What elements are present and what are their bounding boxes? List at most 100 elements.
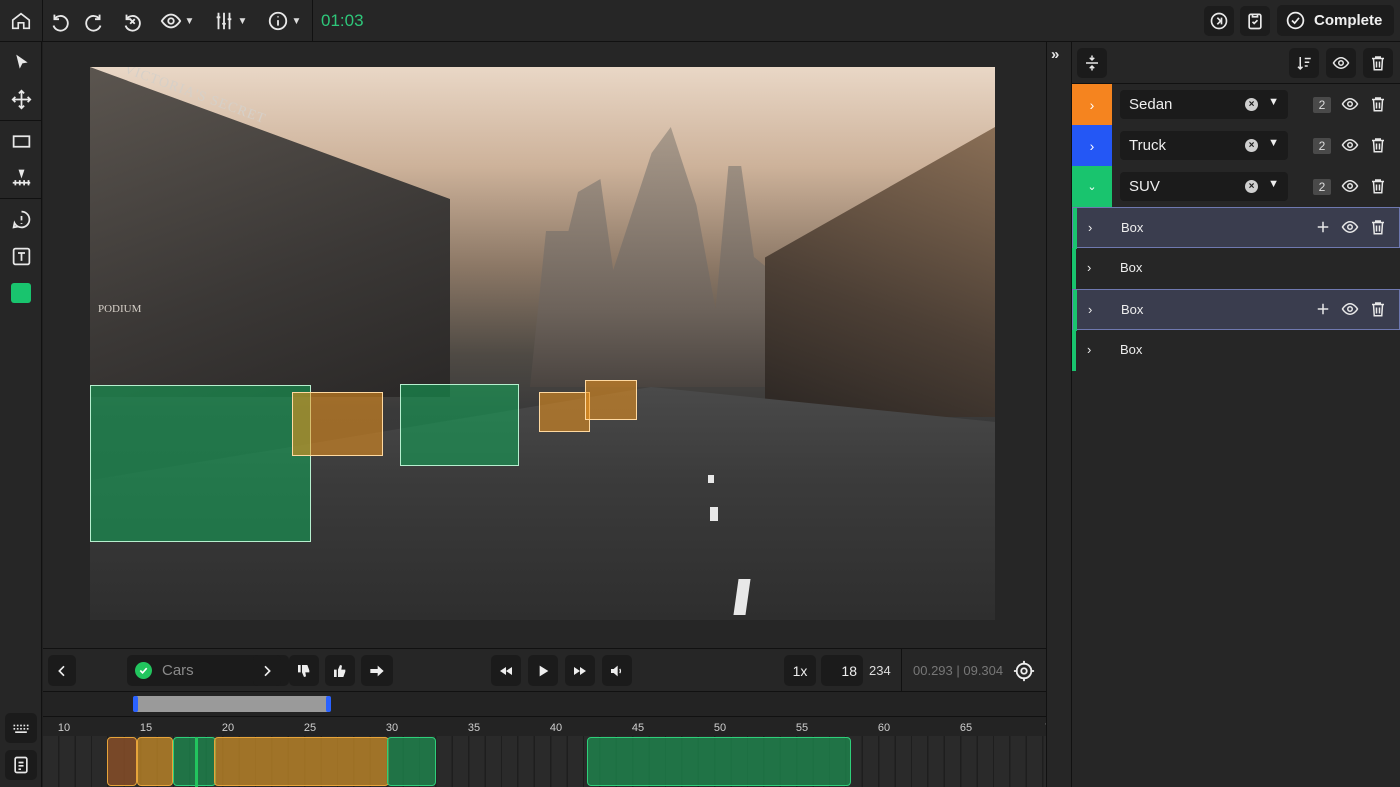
plus-icon[interactable] <box>1312 216 1334 238</box>
plus-icon[interactable] <box>1312 298 1334 320</box>
speed-button[interactable]: 1x <box>784 655 816 686</box>
keyboard-icon <box>13 724 29 733</box>
chevron-down-icon[interactable]: ▼ <box>1268 96 1279 108</box>
annotation-image[interactable]: VICTORIA'S SECRET PODIUM <box>90 67 995 620</box>
timeline-segment[interactable] <box>587 737 851 786</box>
visibility-menu[interactable]: ▼ <box>157 0 197 42</box>
trash-icon[interactable] <box>1367 175 1389 197</box>
class-row-sedan[interactable]: › Sedan × ▼ 2 <box>1072 84 1400 125</box>
object-row[interactable]: › Box <box>1072 289 1400 331</box>
timeline-segment[interactable] <box>107 737 137 786</box>
undo-icon[interactable] <box>46 0 72 42</box>
color-picker[interactable] <box>0 275 42 311</box>
issue-tool[interactable] <box>0 201 42 237</box>
trash-icon[interactable] <box>1367 134 1389 156</box>
object-row[interactable]: › Box <box>1072 330 1400 371</box>
class-row-suv[interactable]: ⌄ SUV × ▼ 2 <box>1072 166 1400 207</box>
forward-button[interactable] <box>361 655 393 686</box>
chevron-down-icon[interactable]: ⌄ <box>1072 166 1112 207</box>
suv-bounding-box[interactable] <box>400 384 519 466</box>
object-row[interactable]: › Box <box>1072 207 1400 249</box>
bounding-box-tool[interactable] <box>0 123 42 159</box>
polyline-tool[interactable] <box>0 159 42 195</box>
crosshair-icon[interactable] <box>1013 660 1035 682</box>
class-count: 2 <box>1313 179 1331 195</box>
chevron-right-icon[interactable]: › <box>1088 220 1092 235</box>
reject-button[interactable] <box>289 655 319 686</box>
approve-button[interactable] <box>325 655 355 686</box>
redo-icon[interactable] <box>82 0 108 42</box>
fast-forward-button[interactable] <box>565 655 595 686</box>
eye-icon[interactable] <box>1339 298 1361 320</box>
move-tool[interactable] <box>0 81 42 117</box>
chevron-right-icon[interactable]: › <box>1072 125 1112 166</box>
clear-icon[interactable]: × <box>1245 139 1258 152</box>
toggle-all-visibility-button[interactable] <box>1326 48 1356 78</box>
complete-label: Complete <box>1314 12 1383 29</box>
chevron-right-icon[interactable]: › <box>1088 302 1092 317</box>
timeline-segment[interactable] <box>214 737 389 786</box>
clear-icon[interactable]: × <box>1245 180 1258 193</box>
review-button[interactable] <box>1240 6 1270 36</box>
info-menu[interactable]: ▼ <box>264 0 304 42</box>
instructions-button[interactable] <box>5 750 37 780</box>
skip-button[interactable] <box>1204 6 1234 36</box>
home-icon[interactable] <box>0 0 42 42</box>
trash-icon[interactable] <box>1367 298 1389 320</box>
adjustments-menu[interactable]: ▼ <box>210 0 250 42</box>
complete-button[interactable]: Complete <box>1277 5 1394 36</box>
select-tool[interactable] <box>0 44 42 80</box>
prev-label-button[interactable] <box>48 655 76 686</box>
labels-panel: › Sedan × ▼ 2 › Truck × ▼ 2 ⌄ SUV × ▼ 2 … <box>1072 42 1400 787</box>
frame-input[interactable]: 18 <box>821 655 863 686</box>
canvas-area[interactable]: VICTORIA'S SECRET PODIUM <box>43 42 1046 648</box>
class-select[interactable]: SUV × ▼ <box>1120 172 1288 201</box>
ruler-point-icon <box>12 169 30 185</box>
timeline-tick-label: 45 <box>631 722 645 734</box>
volume-button[interactable] <box>602 655 632 686</box>
double-chevron-right-icon[interactable]: » <box>1051 46 1059 63</box>
eye-icon[interactable] <box>1339 175 1361 197</box>
timeline-segment[interactable] <box>387 737 436 786</box>
trash-icon[interactable] <box>1367 93 1389 115</box>
class-row-truck[interactable]: › Truck × ▼ 2 <box>1072 125 1400 166</box>
timeline[interactable]: 1015202530354045505560657 <box>43 692 1046 787</box>
playhead[interactable] <box>195 737 198 787</box>
clear-icon[interactable]: × <box>1245 98 1258 111</box>
play-button[interactable] <box>528 655 558 686</box>
class-select[interactable]: Sedan × ▼ <box>1120 90 1288 119</box>
color-swatch <box>11 283 31 303</box>
reset-icon[interactable] <box>119 0 145 42</box>
text-tool[interactable] <box>0 238 42 274</box>
chevron-right-icon[interactable]: › <box>1087 260 1091 275</box>
trash-icon[interactable] <box>1367 216 1389 238</box>
eye-icon[interactable] <box>1339 134 1361 156</box>
chevron-down-icon[interactable]: ▼ <box>1268 137 1279 149</box>
class-select[interactable]: Truck × ▼ <box>1120 131 1288 160</box>
eye-icon[interactable] <box>1339 216 1361 238</box>
sedan-bounding-box[interactable] <box>292 392 383 456</box>
rewind-button[interactable] <box>491 655 521 686</box>
chevron-down-icon[interactable]: ▼ <box>1268 178 1279 190</box>
expand-collapse-button[interactable] <box>1077 48 1107 78</box>
timeline-segment[interactable] <box>137 737 173 786</box>
eye-icon[interactable] <box>1339 93 1361 115</box>
thumbs-up-icon <box>334 664 346 677</box>
chevron-right-icon[interactable]: › <box>1072 84 1112 125</box>
keyboard-shortcuts-button[interactable] <box>5 713 37 743</box>
rewind-icon <box>500 666 512 675</box>
suv-bounding-box[interactable] <box>90 385 311 542</box>
sort-button[interactable] <box>1289 48 1319 78</box>
timeline-tick-label: 40 <box>549 722 563 734</box>
object-row[interactable]: › Box <box>1072 248 1400 289</box>
sedan-bounding-box[interactable] <box>585 380 637 420</box>
next-label-button[interactable] <box>253 655 281 686</box>
sedan-bounding-box[interactable] <box>539 392 590 432</box>
chevron-down-icon: ▼ <box>291 15 302 27</box>
object-color-bar <box>1072 330 1076 371</box>
timeline-scrubber[interactable] <box>133 696 331 712</box>
play-icon <box>539 665 549 676</box>
timeline-tick-label: 65 <box>959 722 973 734</box>
chevron-right-icon[interactable]: › <box>1087 342 1091 357</box>
delete-all-button[interactable] <box>1363 48 1393 78</box>
